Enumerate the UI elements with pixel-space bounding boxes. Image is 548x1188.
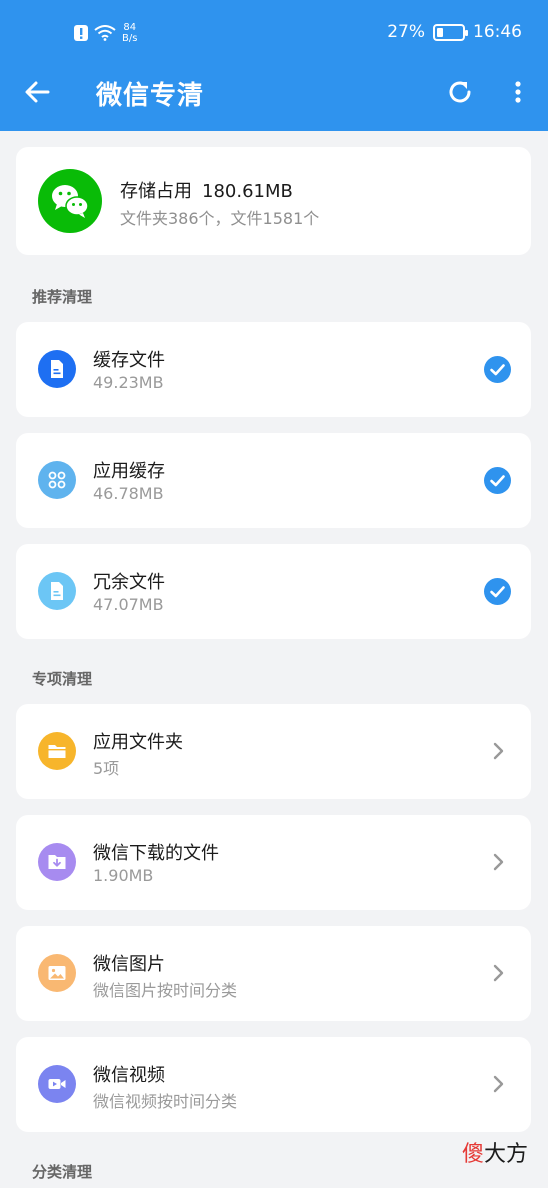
list-item-wechat-videos[interactable]: 微信视频 微信视频按时间分类 (16, 1037, 531, 1132)
list-item-cache-files[interactable]: 缓存文件 49.23MB (16, 322, 531, 417)
wechat-bubbles-icon (52, 185, 89, 218)
item-title: 微信图片 (93, 954, 165, 975)
chevron-right-icon (493, 853, 504, 871)
image-icon (38, 954, 76, 992)
watermark-part2: 大方 (483, 1142, 528, 1167)
video-icon (38, 1065, 76, 1103)
battery-icon (433, 23, 468, 41)
item-title: 应用缓存 (93, 461, 165, 482)
header: 84 B/s 27% 16:46 微信专清 (0, 0, 548, 131)
status-right: 27% 16:46 (387, 22, 522, 42)
page-title: 微信专清 (96, 81, 205, 111)
storage-value: 180.61MB (202, 181, 293, 202)
battery-percent: 27% (387, 22, 425, 42)
item-title: 缓存文件 (93, 350, 165, 371)
app-bar: 微信专清 (0, 62, 548, 124)
item-detail: 微信视频按时间分类 (93, 1092, 238, 1111)
watermark: 傻大方 (462, 1136, 528, 1168)
speed-unit: B/s (122, 33, 138, 44)
item-detail: 5项 (93, 759, 120, 778)
checkbox-checked-icon[interactable] (484, 467, 511, 494)
wechat-icon (38, 169, 102, 233)
more-menu-icon[interactable] (506, 76, 530, 108)
status-left: 84 B/s (74, 22, 137, 44)
list-item-app-folders[interactable]: 应用文件夹 5项 (16, 704, 531, 799)
item-title: 微信视频 (93, 1065, 165, 1086)
item-title: 冗余文件 (93, 572, 165, 593)
battery-fill (437, 27, 443, 37)
list-item-wechat-downloads[interactable]: 微信下载的文件 1.90MB (16, 815, 531, 910)
checkbox-checked-icon[interactable] (484, 578, 511, 605)
clock: 16:46 (473, 22, 522, 42)
chevron-right-icon (493, 964, 504, 982)
file-counts: 文件夹386个，文件1581个 (120, 209, 320, 228)
download-icon (38, 843, 76, 881)
chevron-right-icon (493, 742, 504, 760)
section-title-recommended: 推荐清理 (32, 288, 93, 306)
speed-value: 84 (123, 22, 137, 33)
item-size: 49.23MB (93, 373, 164, 392)
chevron-right-icon (493, 1075, 504, 1093)
item-size: 46.78MB (93, 484, 164, 503)
storage-label: 存储占用 (120, 181, 192, 202)
status-bar: 84 B/s 27% 16:46 (0, 0, 548, 62)
list-item-redundant-files[interactable]: 冗余文件 47.07MB (16, 544, 531, 639)
refresh-icon[interactable] (444, 76, 476, 108)
apps-icon (38, 461, 76, 499)
folder-icon (38, 732, 76, 770)
watermark-part1: 傻 (461, 1142, 484, 1167)
item-size: 1.90MB (93, 866, 154, 885)
list-item-app-cache[interactable]: 应用缓存 46.78MB (16, 433, 531, 528)
checkbox-checked-icon[interactable] (484, 356, 511, 383)
file-icon (38, 350, 76, 388)
section-title-category: 分类清理 (32, 1163, 93, 1181)
item-title: 微信下载的文件 (93, 843, 219, 864)
item-size: 47.07MB (93, 595, 164, 614)
storage-summary-card: 存储占用 180.61MB 文件夹386个，文件1581个 (16, 147, 531, 255)
wifi-icon (94, 25, 116, 41)
alert-icon (74, 25, 88, 41)
document-icon (38, 572, 76, 610)
item-detail: 微信图片按时间分类 (93, 981, 238, 1000)
back-arrow-icon[interactable] (22, 76, 54, 108)
item-title: 应用文件夹 (93, 732, 183, 753)
storage-usage: 存储占用 180.61MB (120, 177, 303, 203)
network-speed: 84 B/s (122, 22, 137, 44)
list-item-wechat-images[interactable]: 微信图片 微信图片按时间分类 (16, 926, 531, 1021)
section-title-special: 专项清理 (32, 670, 93, 688)
